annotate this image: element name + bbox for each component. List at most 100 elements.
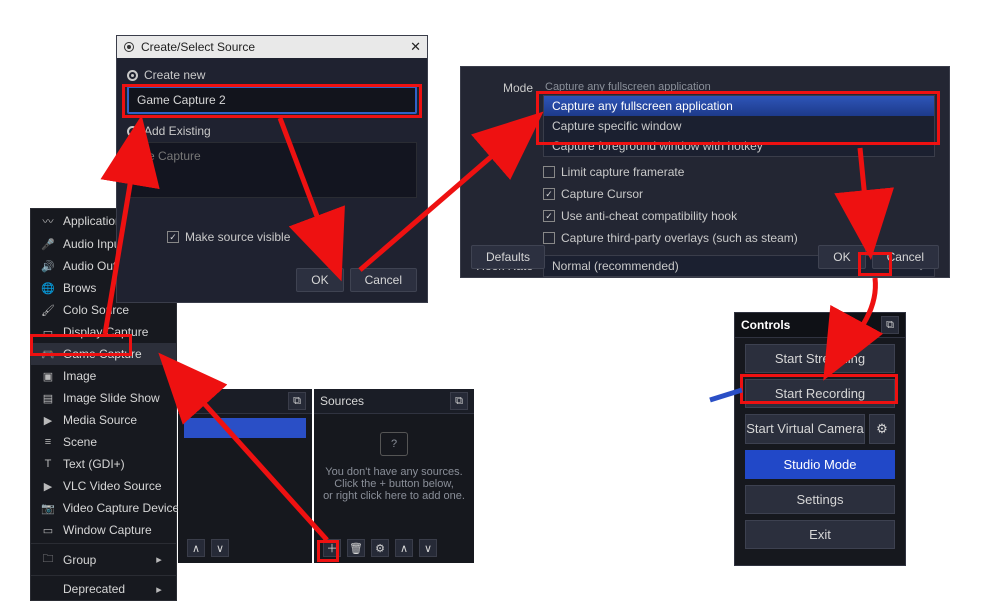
checkbox-label: Make source visible: [185, 230, 290, 244]
menu-item-label: Image: [63, 369, 96, 383]
capture-cursor-checkbox[interactable]: Capture Cursor: [543, 183, 935, 205]
scene-selected[interactable]: [184, 418, 306, 438]
dock-icon[interactable]: ⧉: [881, 316, 899, 334]
remove-source-button[interactable]: 🗑: [347, 539, 365, 557]
play-icon: ▶: [41, 414, 55, 427]
source-down-button[interactable]: ∨: [419, 539, 437, 557]
menu-item-label: Colo Source: [63, 303, 129, 317]
existing-item: me Capture: [138, 149, 201, 163]
menu-item-image[interactable]: ▣ Image: [31, 365, 176, 387]
cancel-button[interactable]: Cancel: [872, 245, 939, 269]
mode-option[interactable]: Capture foreground window with hotkey: [544, 136, 934, 156]
sources-panel: Sources ⧉ ? You don't have any sources. …: [314, 389, 474, 563]
virtual-camera-settings-button[interactable]: ⚙: [869, 414, 895, 444]
sources-empty-line: You don't have any sources.: [322, 466, 466, 478]
radio-dot-icon: [127, 70, 138, 81]
menu-item-label: Deprecated: [63, 582, 125, 596]
checkbox-icon: [543, 210, 555, 222]
make-visible-checkbox[interactable]: Make source visible: [157, 226, 427, 248]
exit-button[interactable]: Exit: [745, 520, 895, 549]
menu-item-window-capture[interactable]: ▭ Window Capture: [31, 519, 176, 541]
window-icon: ▭: [41, 524, 55, 537]
sources-empty-line: Click the + button below,: [322, 478, 466, 490]
menu-item-text[interactable]: T Text (GDI+): [31, 453, 176, 475]
start-virtual-camera-button[interactable]: Start Virtual Camera: [745, 414, 865, 444]
create-source-dialog: Create/Select Source ✕ Create new Game C…: [116, 35, 428, 303]
menu-item-label: Group: [63, 553, 96, 567]
mode-option[interactable]: Capture specific window: [544, 116, 934, 136]
mode-label: Mode: [475, 81, 533, 95]
menu-item-label: Brows: [63, 281, 96, 295]
menu-item-vlc[interactable]: ▶VLC Video Source: [31, 475, 176, 497]
anti-cheat-checkbox[interactable]: Use anti-cheat compatibility hook: [543, 205, 935, 227]
scenes-strip: ⧉ ∧ ∨: [178, 389, 312, 563]
camera-icon: 📷: [41, 502, 55, 515]
checkbox-icon: [167, 231, 179, 243]
source-up-button[interactable]: ∧: [395, 539, 413, 557]
menu-item-label: Display Capture: [63, 325, 148, 339]
checkbox-label: Capture Cursor: [561, 187, 643, 201]
menu-item-label: Text (GDI+): [63, 457, 125, 471]
obs-icon: [123, 41, 135, 53]
checkbox-icon: [543, 232, 555, 244]
menu-item-label: Video Capture Device: [63, 501, 180, 515]
text-icon: T: [41, 458, 55, 470]
controls-title: Controls: [741, 318, 790, 332]
wave-icon: 〰: [41, 213, 55, 229]
source-settings-button[interactable]: ⚙: [371, 539, 389, 557]
radio-add-existing[interactable]: Add Existing: [117, 120, 427, 142]
sources-title: Sources: [320, 394, 364, 408]
menu-item-label: VLC Video Source: [63, 479, 162, 493]
ok-button[interactable]: OK: [296, 268, 343, 292]
properties-panel: Mode Capture any fullscreen application …: [460, 66, 950, 278]
menu-item-deprecated[interactable]: Deprecated▸: [31, 578, 176, 600]
monitor-icon: ▭: [41, 326, 55, 339]
checkbox-icon: [543, 166, 555, 178]
brush-icon: 🖌: [41, 304, 55, 317]
close-icon[interactable]: ✕: [410, 39, 421, 55]
dock-icon[interactable]: ⧉: [450, 392, 468, 410]
cancel-button[interactable]: Cancel: [350, 268, 417, 292]
dialog-titlebar[interactable]: Create/Select Source ✕: [117, 36, 427, 58]
menu-item-group[interactable]: 🗀Group▸: [31, 546, 176, 573]
add-source-button[interactable]: ＋: [323, 539, 341, 557]
menu-item-label: Media Source: [63, 413, 137, 427]
scene-down-button[interactable]: ∨: [211, 539, 229, 557]
dialog-title: Create/Select Source: [141, 40, 255, 54]
radio-label: Create new: [144, 68, 205, 82]
checkbox-label: Limit capture framerate: [561, 165, 684, 179]
radio-dot-icon: [127, 126, 138, 137]
mode-dropdown[interactable]: Capture any fullscreen application Captu…: [543, 95, 935, 157]
radio-create-new[interactable]: Create new: [117, 64, 427, 86]
existing-list[interactable]: me Capture: [127, 142, 417, 198]
menu-item-media-source[interactable]: ▶ Media Source: [31, 409, 176, 431]
menu-item-label: Image Slide Show: [63, 391, 160, 405]
source-name-input[interactable]: Game Capture 2: [127, 86, 417, 114]
menu-item-display-capture[interactable]: ▭ Display Capture: [31, 321, 176, 343]
studio-mode-button[interactable]: Studio Mode: [745, 450, 895, 479]
dock-icon[interactable]: ⧉: [288, 392, 306, 410]
controls-panel: Controls ⧉ Start Streaming Start Recordi…: [734, 312, 906, 566]
checkbox-label: Use anti-cheat compatibility hook: [561, 209, 737, 223]
menu-item-image-slide-show[interactable]: ▤Image Slide Show: [31, 387, 176, 409]
scene-icon: ≡: [41, 436, 55, 448]
mode-option[interactable]: Capture any fullscreen application: [544, 96, 934, 116]
menu-item-label: Game Capture: [63, 347, 142, 361]
settings-button[interactable]: Settings: [745, 485, 895, 514]
limit-framerate-checkbox[interactable]: Limit capture framerate: [543, 161, 935, 183]
defaults-button[interactable]: Defaults: [471, 245, 545, 269]
mic-icon: 🎤: [41, 238, 55, 251]
ok-button[interactable]: OK: [818, 245, 865, 269]
image-icon: ▣: [41, 370, 55, 383]
menu-item-label: Scene: [63, 435, 97, 449]
menu-item-scene[interactable]: ≡ Scene: [31, 431, 176, 453]
menu-item-label: Window Capture: [63, 523, 152, 537]
radio-label: Add Existing: [144, 124, 211, 138]
help-icon: ?: [380, 432, 408, 456]
checkbox-icon: [543, 188, 555, 200]
start-streaming-button[interactable]: Start Streaming: [745, 344, 895, 373]
menu-item-video-capture[interactable]: 📷Video Capture Device: [31, 497, 176, 519]
start-recording-button[interactable]: Start Recording: [745, 379, 895, 408]
menu-item-game-capture[interactable]: 🎮Game Capture: [31, 343, 176, 365]
scene-up-button[interactable]: ∧: [187, 539, 205, 557]
